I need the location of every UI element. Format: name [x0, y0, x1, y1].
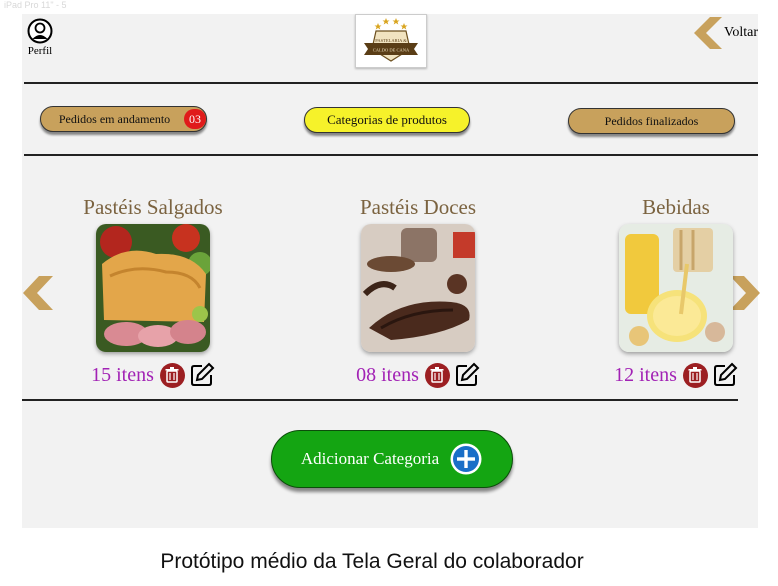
- add-category-button[interactable]: Adicionar Categoria: [271, 430, 513, 488]
- edit-category-icon[interactable]: [189, 362, 215, 388]
- in-progress-count-badge: 03: [184, 109, 206, 129]
- category-title: Pastéis Doces: [359, 195, 477, 219]
- trash-icon: [165, 367, 179, 383]
- plus-circle-icon: [450, 443, 482, 475]
- tab-product-categories[interactable]: Categorias de produtos: [304, 107, 470, 133]
- delete-category-button[interactable]: [424, 362, 450, 388]
- chevron-left-icon: [694, 17, 723, 49]
- categories-divider: [22, 399, 738, 401]
- collaborator-screen: Perfil PASTELARIA & CALDO DE CANA Voltar…: [22, 14, 760, 528]
- category-image[interactable]: [96, 224, 210, 352]
- category-title: Bebidas: [642, 195, 710, 219]
- tab-orders-in-progress[interactable]: Pedidos em andamento 03: [40, 106, 207, 132]
- tab-finished-orders[interactable]: Pedidos finalizados: [568, 108, 735, 134]
- profile-label: Perfil: [27, 45, 53, 57]
- brand-logo: PASTELARIA & CALDO DE CANA: [355, 14, 427, 68]
- trash-icon: [688, 367, 702, 383]
- add-category-label: Adicionar Categoria: [300, 449, 440, 468]
- header-divider: [24, 82, 758, 84]
- trash-icon: [430, 367, 444, 383]
- edit-category-icon[interactable]: [454, 362, 480, 388]
- category-item-count: 08 itens: [356, 363, 419, 386]
- user-avatar-icon: [27, 18, 53, 44]
- delete-category-button[interactable]: [682, 362, 708, 388]
- frame-label: iPad Pro 11" - 5: [4, 0, 67, 10]
- category-card[interactable]: Pastéis Salgados 15 itens: [53, 193, 253, 388]
- tabs-divider: [24, 154, 758, 156]
- delete-category-button[interactable]: [159, 362, 185, 388]
- tab-finished-orders-label: Pedidos finalizados: [604, 113, 699, 128]
- category-image[interactable]: [619, 224, 733, 352]
- category-item-count: 15 itens: [91, 363, 154, 386]
- back-label: Voltar: [724, 25, 758, 40]
- tab-orders-in-progress-label: Pedidos em andamento: [58, 111, 171, 126]
- category-card[interactable]: Pastéis Doces 08 itens: [318, 193, 518, 388]
- edit-category-icon[interactable]: [712, 362, 738, 388]
- svg-text:PASTELARIA &: PASTELARIA &: [375, 38, 407, 43]
- tab-product-categories-label: Categorias de produtos: [327, 112, 447, 127]
- svg-text:CALDO DE CANA: CALDO DE CANA: [373, 48, 410, 53]
- category-title: Pastéis Salgados: [83, 195, 223, 219]
- category-item-count: 12 itens: [614, 363, 677, 386]
- back-button[interactable]: Voltar: [694, 17, 758, 49]
- prototype-caption: Protótipo médio da Tela Geral do colabor…: [160, 550, 584, 573]
- chevron-left-icon: [23, 276, 53, 310]
- carousel-prev-button[interactable]: [23, 276, 53, 315]
- category-card[interactable]: Bebidas 12 itens: [576, 193, 776, 388]
- category-image[interactable]: [361, 224, 475, 352]
- profile-button[interactable]: Perfil: [24, 18, 56, 57]
